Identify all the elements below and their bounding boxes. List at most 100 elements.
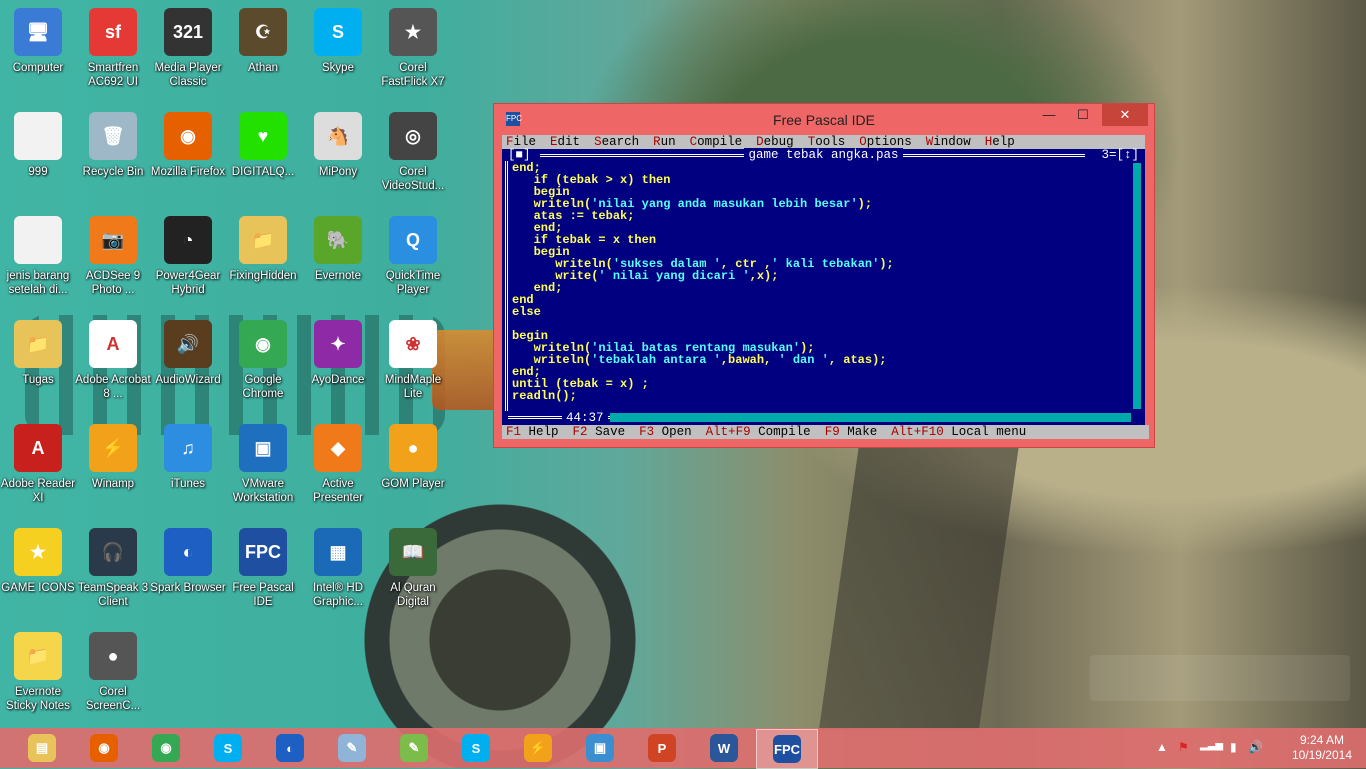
desktop-icon-adobe-reader-xi[interactable]: A Adobe Reader XI: [0, 420, 76, 520]
menu-item-debug[interactable]: Debug: [756, 135, 794, 149]
desktop-icon-evernote-sticky-notes[interactable]: 📁 Evernote Sticky Notes: [0, 628, 76, 728]
editor-frame-bottom: 44:37: [502, 411, 1145, 425]
desktop-icon-mozilla-firefox[interactable]: ◉ Mozilla Firefox: [150, 108, 226, 208]
desktop-icon-adobe-acrobat-8[interactable]: A Adobe Acrobat 8 ...: [75, 316, 151, 416]
desktop-icon-power4gear-hybrid[interactable]: ◔ Power4Gear Hybrid: [150, 212, 226, 312]
desktop-icon-athan[interactable]: ☪ Athan: [225, 4, 301, 104]
desktop-icon-itunes[interactable]: ♫ iTunes: [150, 420, 226, 520]
desktop-icon-skype[interactable]: S Skype: [300, 4, 376, 104]
status-item-local-menu[interactable]: Alt+F10 Local menu: [891, 425, 1026, 439]
show-hidden-icons-icon[interactable]: ▲: [1156, 740, 1168, 754]
close-button[interactable]: ✕: [1102, 104, 1148, 126]
status-item-help[interactable]: F1 Help: [506, 425, 559, 439]
desktop-icon-acdsee-9-photo[interactable]: 📷 ACDSee 9 Photo ...: [75, 212, 151, 312]
desktop-icon-google-chrome[interactable]: ◉ Google Chrome: [225, 316, 301, 416]
taskbar-button-skype[interactable]: S: [198, 729, 258, 767]
desktop-icon-game-icons[interactable]: ★ GAME ICONS: [0, 524, 76, 624]
audiowizard-icon: 🔊: [164, 320, 212, 368]
menu-item-compile[interactable]: Compile: [690, 135, 743, 149]
taskbar-button-spark-browser[interactable]: ◐: [260, 729, 320, 767]
corel-screencap-icon: ●: [89, 632, 137, 680]
desktop-icon-fixinghidden[interactable]: 📁 FixingHidden: [225, 212, 301, 312]
desktop-icon-mindmaple-lite[interactable]: ❀ MindMaple Lite: [375, 316, 451, 416]
editor-window[interactable]: [■] game tebak angka.pas 3=[↕] end; if (…: [502, 148, 1145, 425]
desktop-icon-spark-browser[interactable]: ◐ Spark Browser: [150, 524, 226, 624]
desktop-icon-free-pascal-ide[interactable]: FPC Free Pascal IDE: [225, 524, 301, 624]
taskbar-button-winamp[interactable]: ⚡: [508, 729, 568, 767]
desktop-icon-digitalq[interactable]: ♥ DIGITALQ...: [225, 108, 301, 208]
desktop-icon-label: Evernote Sticky Notes: [6, 686, 70, 712]
desktop-icon-active-presenter[interactable]: ◆ Active Presenter: [300, 420, 376, 520]
maximize-button[interactable]: ☐: [1066, 104, 1100, 126]
desktop-icon-label: Adobe Reader XI: [0, 478, 76, 504]
battery-icon[interactable]: ▮: [1230, 740, 1237, 754]
clock[interactable]: 9:24 AM 10/19/2014: [1292, 733, 1352, 763]
desktop-icon-label: MiPony: [318, 166, 358, 178]
free-pascal-ide-window[interactable]: FPC Free Pascal IDE — ☐ ✕ File Edit Search…: [493, 103, 1155, 448]
menu-item-tools[interactable]: Tools: [808, 135, 846, 149]
taskbar-button-word[interactable]: W: [694, 729, 754, 767]
desktop-icon-corel-fastflick-x7[interactable]: ★ Corel FastFlick X7: [375, 4, 451, 104]
menu-item-search[interactable]: Search: [594, 135, 639, 149]
desktop-icon-winamp[interactable]: ⚡ Winamp: [75, 420, 151, 520]
wallpaper-shadow: [818, 430, 1022, 730]
desktop-icon-mipony[interactable]: 🐴 MiPony: [300, 108, 376, 208]
status-item-open[interactable]: F3 Open: [639, 425, 692, 439]
desktop-icon-gom-player[interactable]: ● GOM Player: [375, 420, 451, 520]
desktop-icon-vmware-workstation[interactable]: ▣ VMware Workstation: [225, 420, 301, 520]
desktop-icon-corel-screenc[interactable]: ● Corel ScreenC...: [75, 628, 151, 728]
desktop-icon-al-quran-digital[interactable]: 📖 Al Quran Digital: [375, 524, 451, 624]
desktop-icon-smartfren-ac692-ui[interactable]: sf Smartfren AC692 UI: [75, 4, 151, 104]
menu-hotkey: C: [689, 135, 698, 149]
menu-item-window[interactable]: Window: [926, 135, 971, 149]
desktop-icon-recycle-bin[interactable]: 🗑 Recycle Bin: [75, 108, 151, 208]
taskbar-button-chrome[interactable]: ◉: [136, 729, 196, 767]
editor-zoom-box[interactable]: 3=[↕]: [1101, 149, 1139, 162]
status-label: Local menu: [951, 425, 1027, 439]
title-bar[interactable]: FPC Free Pascal IDE — ☐ ✕: [494, 104, 1154, 134]
menu-item-file[interactable]: File: [506, 135, 536, 149]
desktop-icon-999[interactable]: 999: [0, 108, 76, 208]
taskbar-button-skype-2[interactable]: S: [446, 729, 506, 767]
taskbar-button-powerpoint[interactable]: P: [632, 729, 692, 767]
menu-item-help[interactable]: Help: [985, 135, 1015, 149]
desktop-icon-label: 999: [28, 166, 48, 178]
network-signal-icon[interactable]: ▂▃▅: [1200, 740, 1223, 751]
desktop-icon-teamspeak-3-client[interactable]: 🎧 TeamSpeak 3 Client: [75, 524, 151, 624]
code-area[interactable]: end; if (tebak > x) then begin writeln('…: [512, 162, 1124, 406]
status-item-make[interactable]: F9 Make: [825, 425, 878, 439]
desktop-icon-ayodance[interactable]: ✦ AyoDance: [300, 316, 376, 416]
desktop-icon-label: jenis barang setelah di...: [6, 270, 70, 296]
status-item-save[interactable]: F2 Save: [573, 425, 626, 439]
taskbar-button-firefox[interactable]: ◉: [74, 729, 134, 767]
status-key: F2: [572, 425, 588, 439]
menu-item-run[interactable]: Run: [653, 135, 676, 149]
desktop-icon-media-player-classic[interactable]: 321 Media Player Classic: [150, 4, 226, 104]
desktop-icon-tugas[interactable]: 📁 Tugas: [0, 316, 76, 416]
menu-item-options[interactable]: Options: [859, 135, 912, 149]
taskbar-button-photos[interactable]: ▣: [570, 729, 630, 767]
menu-item-edit[interactable]: Edit: [550, 135, 580, 149]
volume-icon[interactable]: 🔊: [1248, 740, 1263, 754]
ayodance-icon: ✦: [314, 320, 362, 368]
desktop-icon-evernote[interactable]: 🐘 Evernote: [300, 212, 376, 312]
gom-player-icon: ●: [389, 424, 437, 472]
desktop-icon-intel-hd-graphic[interactable]: ▦ Intel® HD Graphic...: [300, 524, 376, 624]
status-item-compile[interactable]: Alt+F9 Compile: [706, 425, 811, 439]
menu-hotkey: S: [594, 135, 602, 149]
horizontal-scrollbar[interactable]: [610, 413, 1131, 422]
action-center-flag-icon[interactable]: ⚑: [1178, 740, 1189, 754]
taskbar-button-notepad-plus[interactable]: ✎: [384, 729, 444, 767]
desktop-icon-label: Power4Gear Hybrid: [155, 270, 221, 296]
taskbar-button-file-explorer[interactable]: ▤: [12, 729, 72, 767]
desktop-icon-computer[interactable]: 🖥 Computer: [0, 4, 76, 104]
minimize-button[interactable]: —: [1032, 104, 1066, 126]
taskbar-button-notepad[interactable]: ✎: [322, 729, 382, 767]
taskbar-button-free-pascal[interactable]: FPC: [756, 729, 818, 769]
desktop-icon-audiowizard[interactable]: 🔊 AudioWizard: [150, 316, 226, 416]
vertical-scrollbar[interactable]: [1133, 163, 1141, 409]
desktop-icon-jenis-barang-setelah-di[interactable]: jenis barang setelah di...: [0, 212, 76, 312]
menu-label: ebug: [763, 135, 794, 149]
desktop-icon-corel-videostud[interactable]: ◎ Corel VideoStud...: [375, 108, 451, 208]
desktop-icon-quicktime-player[interactable]: Q QuickTime Player: [375, 212, 451, 312]
